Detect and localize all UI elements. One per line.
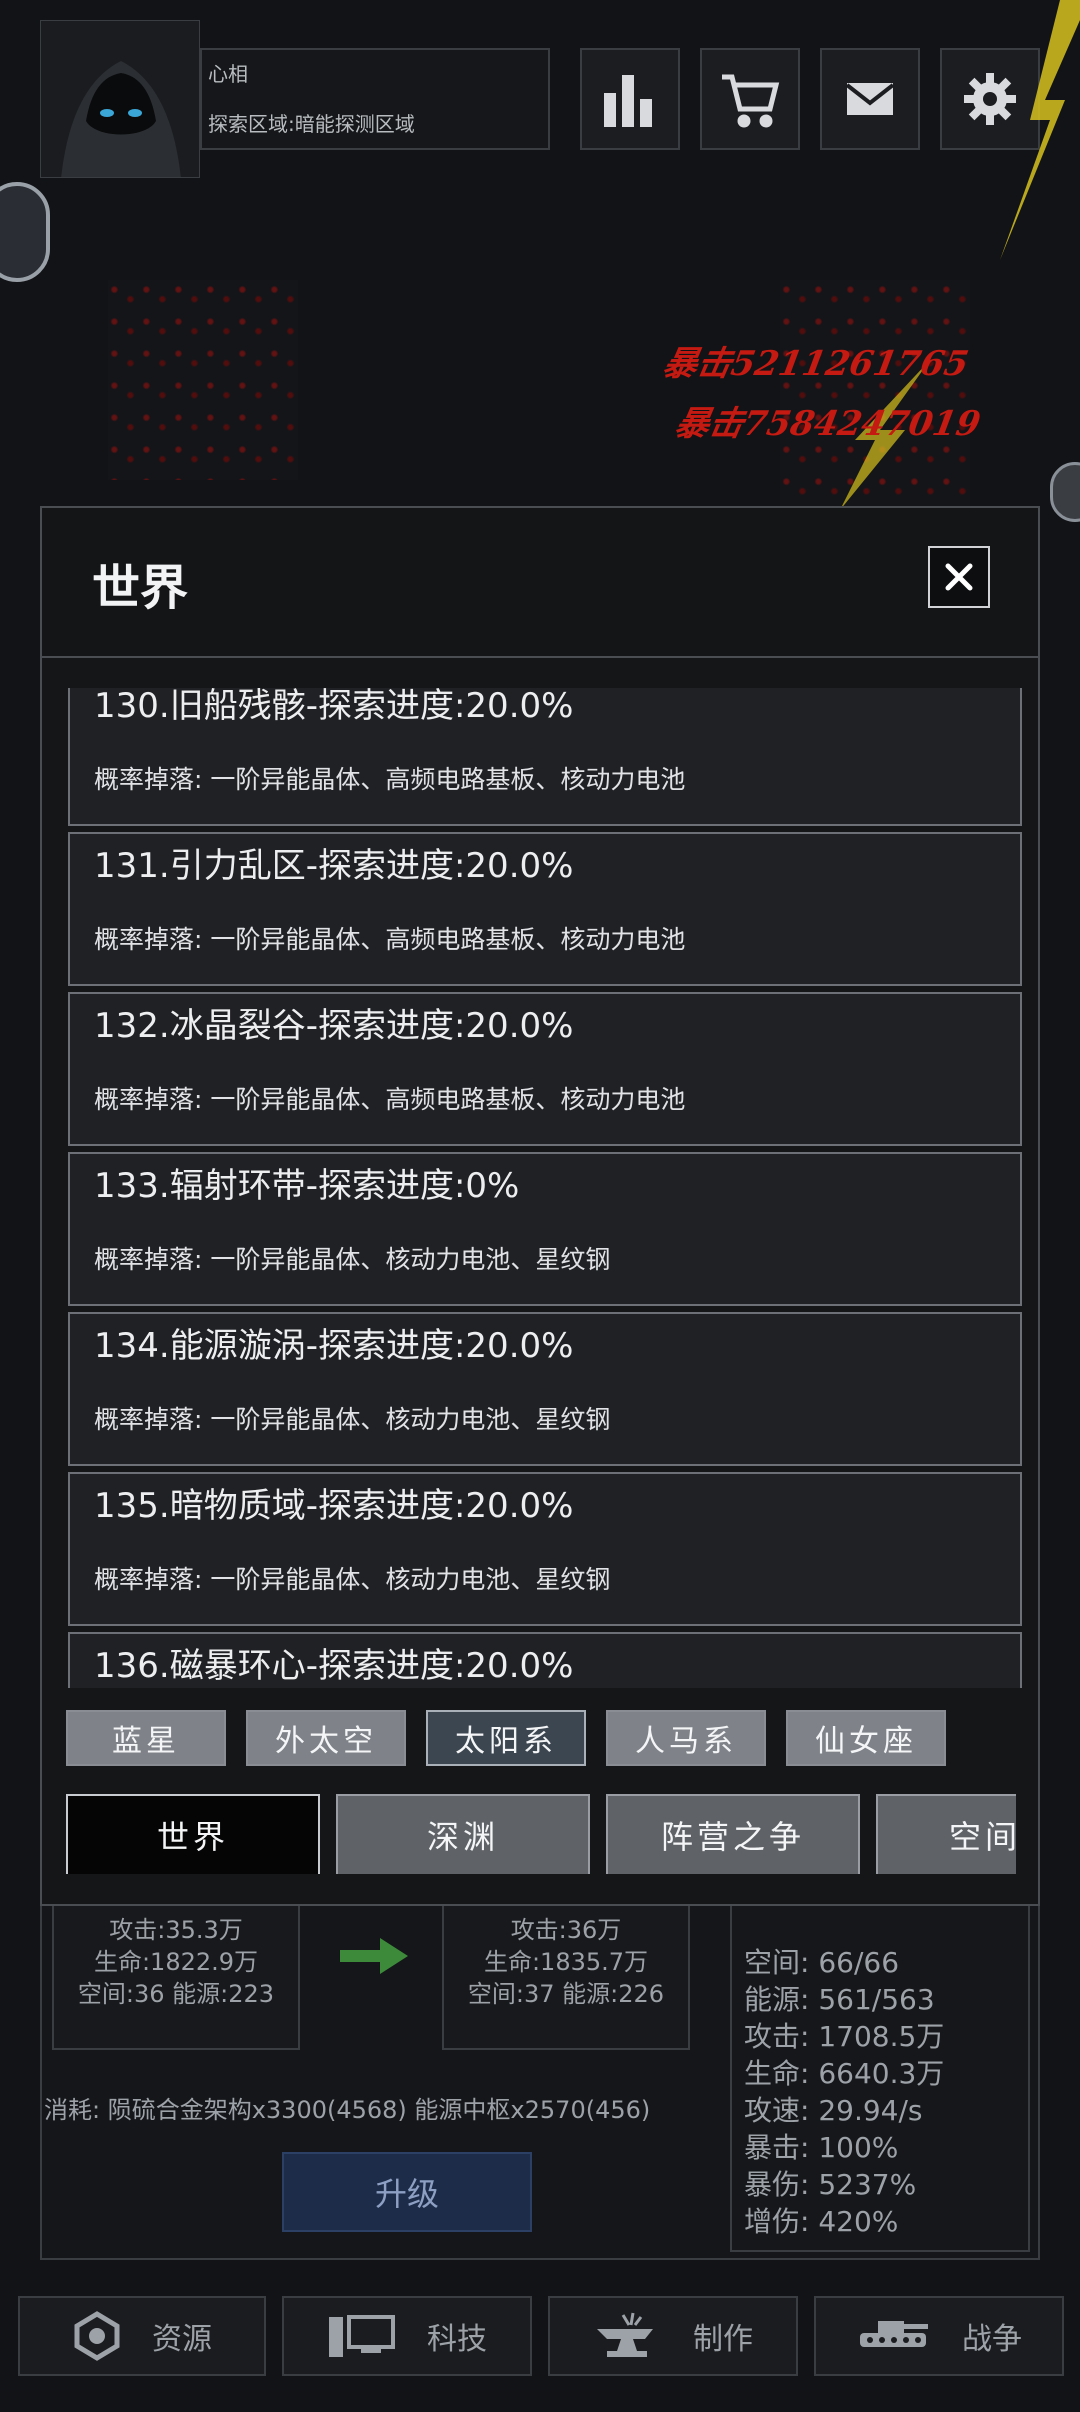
- resource-icon: [74, 2311, 120, 2361]
- area-drops: 概率掉落: 一阶异能晶体、核动力电池、星纹钢: [94, 1245, 611, 1274]
- player-info: 心相 探索区域:暗能探测区域: [200, 48, 550, 150]
- area-row[interactable]: 135.暗物质域-探索进度:20.0% 概率掉落: 一阶异能晶体、核动力电池、星…: [68, 1472, 1022, 1626]
- stat-damage-bonus: 增伤: 420%: [744, 2205, 899, 2238]
- player-name: 心相: [208, 62, 248, 86]
- area-drops: 概率掉落: 一阶异能晶体、核动力电池、星纹钢: [94, 1405, 611, 1434]
- next-space-energy: 空间:37 能源:226: [467, 1980, 665, 2008]
- shop-button[interactable]: [700, 48, 800, 150]
- area-drops: 概率掉落: 一阶异能晶体、高频电路基板、核动力电池: [94, 925, 686, 954]
- next-life: 生命:1835.7万: [483, 1948, 649, 1976]
- cart-icon: [722, 74, 780, 128]
- current-attack: 攻击:35.3万: [109, 1916, 243, 1944]
- chat-bubble-button[interactable]: [0, 182, 50, 282]
- mail-button[interactable]: [820, 48, 920, 150]
- area-drops: 概率掉落: 一阶异能晶体、高频电路基板、核动力电池: [94, 1085, 686, 1114]
- upgrade-button[interactable]: 升级: [282, 2152, 532, 2232]
- nav-craft[interactable]: 制作: [548, 2296, 798, 2376]
- tab-world[interactable]: 世界: [66, 1794, 320, 1874]
- side-toggle-button[interactable]: [1050, 462, 1080, 522]
- area-row[interactable]: 136.磁暴环心-探索进度:20.0%: [68, 1632, 1022, 1688]
- tab-abyss[interactable]: 深渊: [336, 1794, 590, 1874]
- arrow-right-icon: [340, 1938, 408, 1974]
- nav-tech[interactable]: 科技: [282, 2296, 532, 2376]
- main-tabs[interactable]: 世界 深渊 阵营之争 空间裂: [66, 1794, 1016, 1874]
- current-life: 生命:1822.9万: [93, 1948, 259, 1976]
- region-tab-blue-star[interactable]: 蓝星: [66, 1710, 226, 1766]
- close-icon: [945, 563, 973, 591]
- nav-war[interactable]: 战争: [814, 2296, 1064, 2376]
- anvil-icon: [597, 2312, 653, 2357]
- player-avatar[interactable]: [40, 20, 200, 178]
- area-title: 132.冰晶裂谷-探索进度:20.0%: [94, 1006, 574, 1046]
- hooded-figure-icon: [61, 61, 181, 177]
- nav-label: 战争: [962, 2322, 1022, 2357]
- area-row[interactable]: 131.引力乱区-探索进度:20.0% 概率掉落: 一阶异能晶体、高频电路基板、…: [68, 832, 1022, 986]
- mail-icon: [845, 83, 895, 115]
- region-tab-sagittarius[interactable]: 人马系: [606, 1710, 766, 1766]
- next-attack: 攻击:36万: [510, 1916, 622, 1944]
- enemy-swarm-left: [108, 280, 298, 480]
- nav-label: 制作: [693, 2322, 753, 2357]
- modal-header: 世界: [42, 508, 1038, 658]
- crit-damage-text: 暴击7584247019: [671, 404, 984, 444]
- area-title: 131.引力乱区-探索进度:20.0%: [94, 846, 574, 886]
- upgrade-cost: 消耗: 陨硫合金架构x3300(4568) 能源中枢x2570(456): [44, 2096, 651, 2124]
- tab-space-rift[interactable]: 空间裂: [876, 1794, 1016, 1874]
- stat-crit: 暴击: 100%: [744, 2131, 899, 2164]
- area-row[interactable]: 133.辐射环带-探索进度:0% 概率掉落: 一阶异能晶体、核动力电池、星纹钢: [68, 1152, 1022, 1306]
- current-stats-box: 攻击:35.3万 生命:1822.9万 空间:36 能源:223: [52, 1902, 300, 2050]
- region-tab-solar-system[interactable]: 太阳系: [426, 1710, 586, 1766]
- area-title: 135.暗物质域-探索进度:20.0%: [94, 1486, 574, 1526]
- crit-damage-text: 暴击5211261765: [659, 344, 972, 384]
- area-title: 133.辐射环带-探索进度:0%: [94, 1166, 520, 1206]
- lightning-effect: [1000, 0, 1080, 260]
- area-row[interactable]: 132.冰晶裂谷-探索进度:20.0% 概率掉落: 一阶异能晶体、高频电路基板、…: [68, 992, 1022, 1146]
- area-drops: 概率掉落: 一阶异能晶体、高频电路基板、核动力电池: [94, 765, 686, 794]
- area-row[interactable]: 134.能源漩涡-探索进度:20.0% 概率掉落: 一阶异能晶体、核动力电池、星…: [68, 1312, 1022, 1466]
- nav-label: 科技: [427, 2322, 487, 2357]
- modal-title: 世界: [92, 560, 189, 616]
- tank-icon: [860, 2321, 928, 2347]
- next-stats-box: 攻击:36万 生命:1835.7万 空间:37 能源:226: [442, 1902, 690, 2050]
- area-title: 136.磁暴环心-探索进度:20.0%: [94, 1646, 574, 1686]
- bar-chart-icon: [604, 75, 652, 127]
- area-title: 134.能源漩涡-探索进度:20.0%: [94, 1326, 574, 1366]
- region-tab-outer-space[interactable]: 外太空: [246, 1710, 406, 1766]
- tab-faction-war[interactable]: 阵营之争: [606, 1794, 860, 1874]
- stat-attack-speed: 攻速: 29.94/s: [744, 2094, 923, 2127]
- region-tab-andromeda[interactable]: 仙女座: [786, 1710, 946, 1766]
- close-button[interactable]: [928, 546, 990, 608]
- area-row[interactable]: 130.旧船残骸-探索进度:20.0% 概率掉落: 一阶异能晶体、高频电路基板、…: [68, 688, 1022, 826]
- nav-label: 资源: [152, 2322, 212, 2357]
- stat-attack: 攻击: 1708.5万: [744, 2020, 945, 2053]
- current-space-energy: 空间:36 能源:223: [77, 1980, 275, 2008]
- stats-button[interactable]: [580, 48, 680, 150]
- nav-resources[interactable]: 资源: [18, 2296, 266, 2376]
- stat-crit-damage: 暴伤: 5237%: [744, 2168, 917, 2201]
- player-stats-box: 空间: 66/66 能源: 561/563 攻击: 1708.5万 生命: 66…: [730, 1890, 1030, 2252]
- stat-space: 空间: 66/66: [744, 1946, 900, 1979]
- stat-energy: 能源: 561/563: [744, 1983, 935, 2016]
- computer-icon: [329, 2315, 395, 2357]
- area-drops: 概率掉落: 一阶异能晶体、核动力电池、星纹钢: [94, 1565, 611, 1594]
- stat-life: 生命: 6640.3万: [744, 2057, 945, 2090]
- explore-region: 探索区域:暗能探测区域: [208, 112, 415, 136]
- area-title: 130.旧船残骸-探索进度:20.0%: [94, 688, 574, 726]
- world-modal: 世界 130.旧船残骸-探索进度:20.0% 概率掉落: 一阶异能晶体、高频电路…: [40, 506, 1040, 1906]
- area-list[interactable]: 130.旧船残骸-探索进度:20.0% 概率掉落: 一阶异能晶体、高频电路基板、…: [42, 688, 1038, 1688]
